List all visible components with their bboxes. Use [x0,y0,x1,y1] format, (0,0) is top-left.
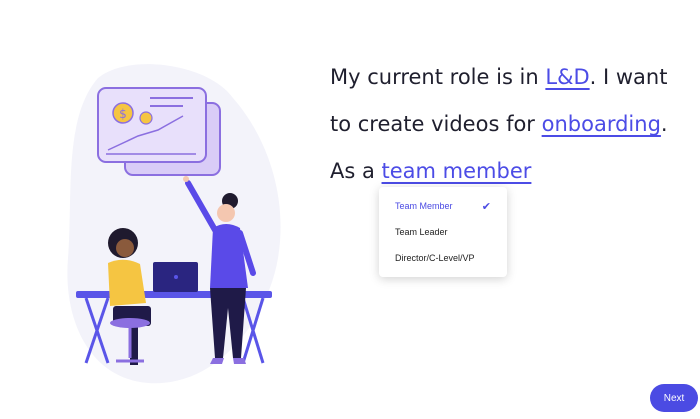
office-illustration: $ [67,64,281,384]
sentence-text: As a [330,159,382,183]
chair-seat [110,318,150,328]
dollar-coin-small-icon [139,111,153,125]
sentence-text: My current role is in [330,65,546,89]
sentence-text: to create videos for [330,112,542,136]
svg-text:$: $ [119,107,127,121]
next-button[interactable]: Next [650,384,698,412]
dropdown-option-director[interactable]: Director/C-Level/VP [379,245,507,271]
dropdown-option-team-leader[interactable]: Team Leader [379,219,507,245]
option-label: Team Leader [395,227,448,237]
option-label: Team Member [395,201,453,211]
sentence-line-2: to create videos for onboarding. [330,101,690,148]
sitting-person-body [108,259,146,306]
purpose-choice-link[interactable]: onboarding [542,112,661,136]
chart-card-front [97,87,207,163]
sentence-line-1: My current role is in L&D. I want [330,54,690,101]
option-label: Director/C-Level/VP [395,253,475,263]
role-sentence: My current role is in L&D. I want to cre… [330,54,690,195]
role-level-choice-link[interactable]: team member [382,159,532,183]
dropdown-option-team-member[interactable]: Team Member ✔ [379,193,507,219]
role-level-dropdown: Team Member ✔ Team Leader Director/C-Lev… [379,187,507,277]
sentence-text: . I want [589,65,668,89]
department-choice-link[interactable]: L&D [545,65,589,89]
sentence-text: . [660,112,668,136]
checkmark-icon: ✔ [481,200,491,213]
